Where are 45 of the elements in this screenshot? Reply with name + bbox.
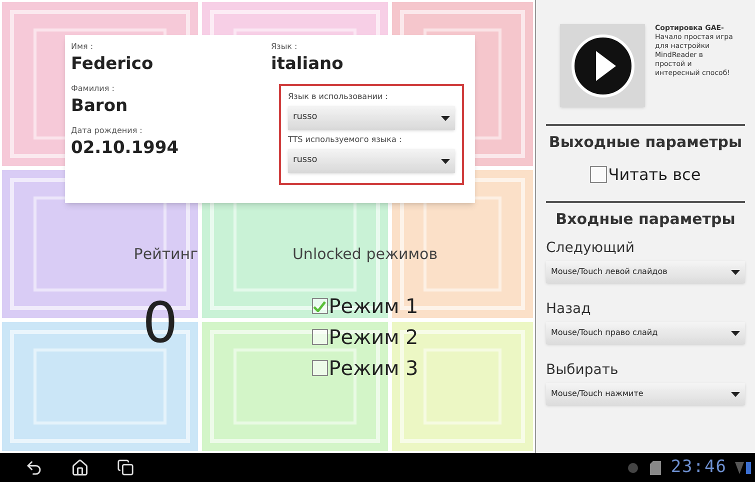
dropdown-label: TTS используемого языка : bbox=[288, 134, 403, 146]
language-dropdown[interactable]: russo bbox=[288, 149, 455, 173]
checkbox[interactable] bbox=[312, 360, 328, 376]
setting-label: Выбирать bbox=[546, 361, 620, 380]
field-label: Язык : bbox=[271, 41, 298, 53]
mode-label: Режим 3 bbox=[328, 355, 418, 382]
sd-card-icon bbox=[650, 460, 661, 474]
field-value: italiano bbox=[271, 53, 344, 75]
field-value: 02.10.1994 bbox=[71, 137, 180, 159]
setting-dropdown[interactable]: Mouse/Touch левой слайдов bbox=[546, 261, 745, 283]
mode-label: Режим 1 bbox=[328, 293, 418, 320]
home-icon[interactable] bbox=[71, 458, 89, 476]
mode-label: Режим 2 bbox=[328, 324, 418, 351]
setting-dropdown[interactable]: Mouse/Touch нажмите bbox=[546, 383, 745, 405]
play-icon bbox=[570, 34, 634, 98]
field-label: Дата рождения : bbox=[71, 125, 144, 137]
field-label: Имя : bbox=[71, 41, 94, 53]
checkbox[interactable] bbox=[590, 166, 608, 183]
field-label: Фамилия : bbox=[71, 83, 116, 95]
section-title: Входные параметры bbox=[554, 208, 736, 230]
modes-title: Unlocked режимов bbox=[292, 244, 438, 265]
dropdown-label: Язык в использовании : bbox=[288, 91, 389, 103]
section-title: Выходные параметры bbox=[548, 132, 744, 153]
field-value: Baron bbox=[71, 95, 129, 117]
back-icon[interactable] bbox=[25, 458, 43, 476]
battery-icon bbox=[746, 462, 751, 474]
checkbox[interactable] bbox=[312, 329, 328, 345]
caret-icon bbox=[441, 116, 450, 120]
caret-icon bbox=[731, 330, 740, 336]
setting-label: Следующий bbox=[546, 239, 636, 258]
read-all-label: Читать все bbox=[608, 164, 701, 186]
caret-icon bbox=[731, 270, 740, 274]
field-value: Federico bbox=[71, 53, 154, 75]
play-tile[interactable] bbox=[560, 24, 645, 107]
rating-value: 0 bbox=[142, 296, 178, 352]
setting-label: Назад bbox=[546, 300, 592, 319]
caret-icon bbox=[441, 158, 450, 164]
signal-icon bbox=[735, 462, 744, 474]
caret-icon bbox=[731, 392, 740, 396]
setting-dropdown[interactable]: Mouse/Touch право слайд bbox=[546, 322, 745, 344]
recent-apps-icon[interactable] bbox=[117, 459, 134, 476]
clock: 23:46 bbox=[670, 456, 727, 479]
language-dropdown[interactable]: russo bbox=[288, 106, 455, 130]
checkbox[interactable] bbox=[312, 298, 328, 314]
rating-label: Рейтинг bbox=[134, 244, 198, 265]
